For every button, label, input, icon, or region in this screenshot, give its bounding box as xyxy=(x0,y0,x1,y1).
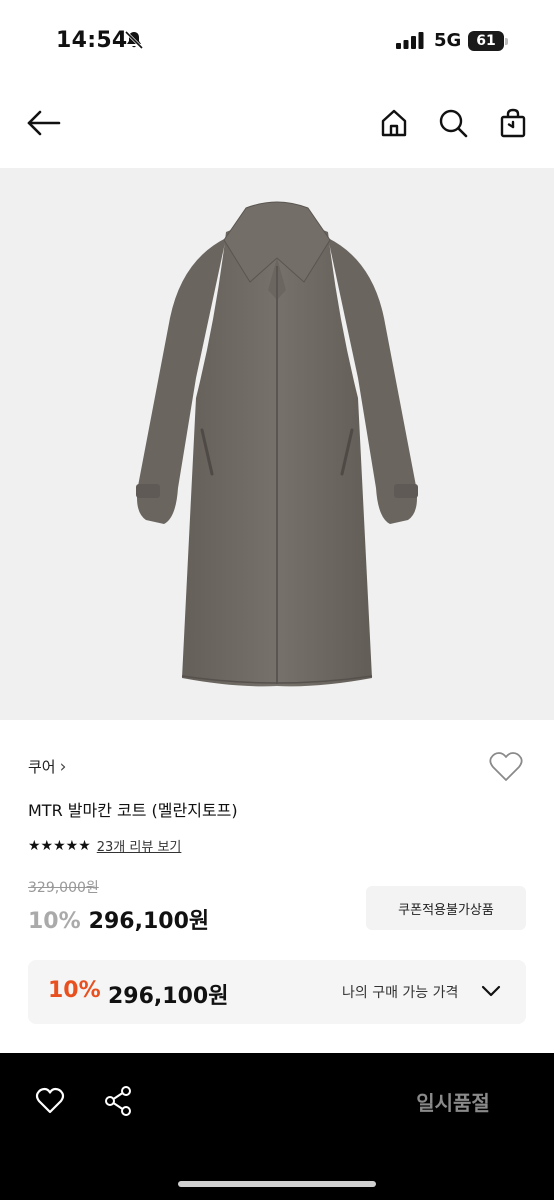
review-link[interactable]: 23개 리뷰 보기 xyxy=(97,836,182,855)
status-bar: 14:54 5G 61 xyxy=(0,0,554,80)
my-discount-percent: 10% xyxy=(48,978,101,1003)
bottom-wishlist-button[interactable] xyxy=(30,1083,70,1123)
product-title: MTR 발마칸 코트 (멜란지토프) xyxy=(28,801,238,820)
sale-price-row: 10% 296,100원 xyxy=(28,903,209,935)
cellular-signal-icon xyxy=(396,32,426,54)
original-price: 329,000원 xyxy=(28,880,99,896)
back-button[interactable] xyxy=(24,105,64,145)
rating-row: ★★★★★ 23개 리뷰 보기 xyxy=(28,836,182,856)
shopping-bag-icon xyxy=(499,108,527,142)
share-button[interactable] xyxy=(98,1083,138,1123)
home-icon xyxy=(379,108,409,142)
wishlist-button[interactable] xyxy=(486,749,526,789)
bottom-action-bar: 일시품절 xyxy=(0,1053,554,1200)
battery-icon: 61 xyxy=(468,31,508,51)
heart-outline-icon xyxy=(35,1087,65,1119)
brand-link[interactable]: 쿠어 › xyxy=(28,756,66,777)
status-time: 14:54 xyxy=(56,28,128,53)
chevron-down-icon xyxy=(480,980,502,1006)
my-price-toggle[interactable]: 10% 296,100원 나의 구매 가능 가격 xyxy=(28,960,526,1024)
home-button[interactable] xyxy=(374,105,414,145)
cart-button[interactable] xyxy=(493,105,533,145)
brand-name: 쿠어 xyxy=(28,758,56,776)
product-image[interactable] xyxy=(0,168,554,720)
share-icon xyxy=(103,1085,133,1121)
network-type: 5G xyxy=(434,30,462,51)
my-price-label: 나의 구매 가능 가격 xyxy=(342,985,459,1001)
coat-image xyxy=(136,201,418,687)
bell-muted-icon xyxy=(124,30,144,54)
discount-percent: 10% xyxy=(28,909,81,934)
coupon-badge: 쿠폰적용불가상품 xyxy=(366,886,526,930)
search-button[interactable] xyxy=(433,105,473,145)
soldout-button[interactable]: 일시품절 xyxy=(360,1087,546,1119)
home-indicator xyxy=(178,1181,376,1187)
my-price: 296,100원 xyxy=(108,984,229,1009)
arrow-left-icon xyxy=(26,109,62,141)
star-rating: ★★★★★ xyxy=(28,837,91,854)
heart-outline-icon xyxy=(488,751,524,787)
search-icon xyxy=(438,108,468,142)
chevron-right-icon: › xyxy=(59,756,67,777)
battery-level: 61 xyxy=(468,31,504,51)
top-navigation xyxy=(0,95,554,157)
sale-price: 296,100원 xyxy=(88,909,210,934)
